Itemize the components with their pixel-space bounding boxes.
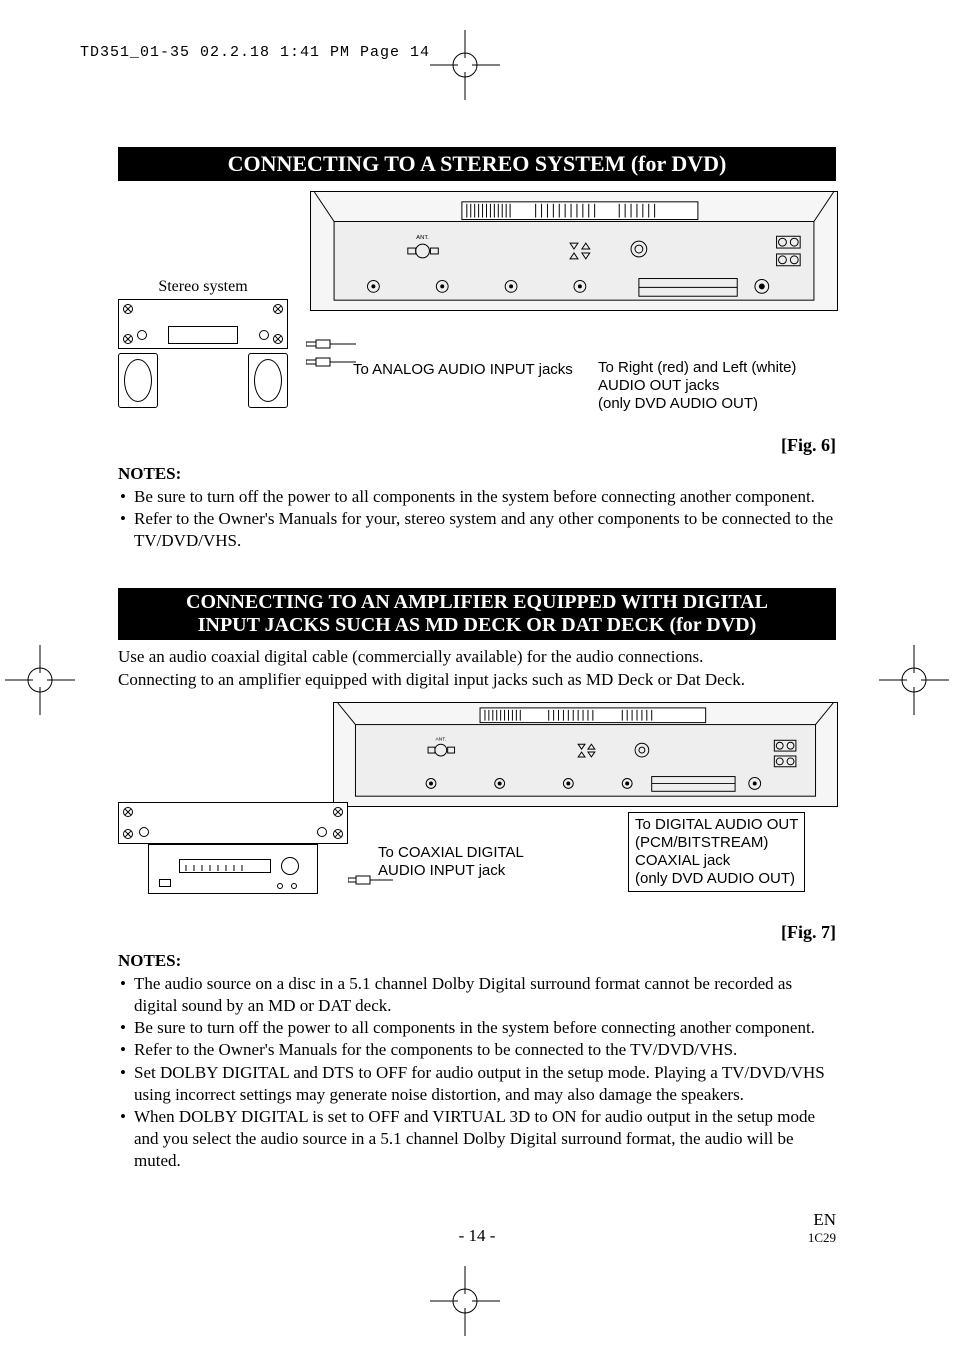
svg-text:ANT.: ANT. (416, 235, 429, 241)
audio-out-caption: To Right (red) and Left (white) AUDIO OU… (598, 359, 796, 413)
digital-out-l4: (only DVD AUDIO OUT) (635, 870, 795, 887)
crop-mark-top (430, 30, 500, 100)
note-item: Refer to the Owner's Manuals for your, s… (118, 508, 836, 552)
coax-caption-l1: To COAXIAL DIGITAL (378, 844, 524, 861)
crop-mark-left (5, 645, 75, 715)
print-header-line: TD351_01-35 02.2.18 1:41 PM Page 14 (80, 44, 430, 61)
deck-top (118, 802, 348, 844)
notes-list-1: Be sure to turn off the power to all com… (118, 486, 836, 552)
section2-intro: Use an audio coaxial digital cable (comm… (118, 646, 836, 692)
notes-title-2: NOTES: (118, 951, 836, 971)
audio-out-l1: To Right (red) and Left (white) (598, 359, 796, 376)
notes-list-2: The audio source on a disc in a 5.1 chan… (118, 973, 836, 1172)
digital-out-l2: (PCM/BITSTREAM) (635, 834, 768, 851)
note-item: Refer to the Owner's Manuals for the com… (118, 1039, 836, 1061)
stereo-speaker-left (118, 353, 158, 408)
section-header-amplifier: CONNECTING TO AN AMPLIFIER EQUIPPED WITH… (118, 588, 836, 640)
coax-input-caption: To COAXIAL DIGITAL AUDIO INPUT jack (378, 844, 524, 880)
digital-out-l1: To DIGITAL AUDIO OUT (635, 816, 798, 833)
section-header-amplifier-l2: INPUT JACKS SUCH AS MD DECK OR DAT DECK … (198, 614, 757, 636)
digital-out-l3: COAXIAL jack (635, 852, 730, 869)
stereo-speaker-right (248, 353, 288, 408)
language-label: EN 1C29 (808, 1210, 836, 1246)
audio-out-l3: (only DVD AUDIO OUT) (598, 395, 758, 412)
crop-mark-right (879, 645, 949, 715)
figure-6: Stereo system (118, 191, 836, 456)
doc-code: 1C29 (808, 1230, 836, 1246)
note-item: Be sure to turn off the power to all com… (118, 1017, 836, 1039)
dvd-rear-panel: ANT. (310, 191, 838, 311)
note-item: Set DOLBY DIGITAL and DTS to OFF for aud… (118, 1062, 836, 1106)
section-header-amplifier-l1: CONNECTING TO AN AMPLIFIER EQUIPPED WITH… (186, 591, 768, 613)
dvd-rear-panel-2: ANT. (333, 702, 838, 807)
svg-text:ANT.: ANT. (436, 736, 447, 742)
stereo-system-label: Stereo system (158, 278, 247, 296)
digital-out-caption: To DIGITAL AUDIO OUT (PCM/BITSTREAM) COA… (628, 812, 805, 892)
note-item: Be sure to turn off the power to all com… (118, 486, 836, 508)
figure-6-label: [Fig. 6] (118, 435, 836, 456)
figure-7: ANT. (118, 702, 836, 943)
coax-caption-l2: AUDIO INPUT jack (378, 862, 505, 879)
lang-code: EN (813, 1210, 836, 1229)
note-item: When DOLBY DIGITAL is set to OFF and VIR… (118, 1106, 836, 1172)
analog-input-caption: To ANALOG AUDIO INPUT jacks (353, 361, 573, 379)
section2-intro-l1: Use an audio coaxial digital cable (comm… (118, 647, 703, 666)
stereo-system-top: Stereo system (118, 299, 288, 349)
section-header-stereo: CONNECTING TO A STEREO SYSTEM (for DVD) (118, 147, 836, 181)
notes-title-1: NOTES: (118, 464, 836, 484)
section2-intro-l2: Connecting to an amplifier equipped with… (118, 670, 745, 689)
figure-7-label: [Fig. 7] (118, 922, 836, 943)
crop-mark-bottom (430, 1266, 500, 1336)
audio-out-l2: AUDIO OUT jacks (598, 377, 719, 394)
note-item: The audio source on a disc in a 5.1 chan… (118, 973, 836, 1017)
deck-bottom (148, 844, 318, 894)
